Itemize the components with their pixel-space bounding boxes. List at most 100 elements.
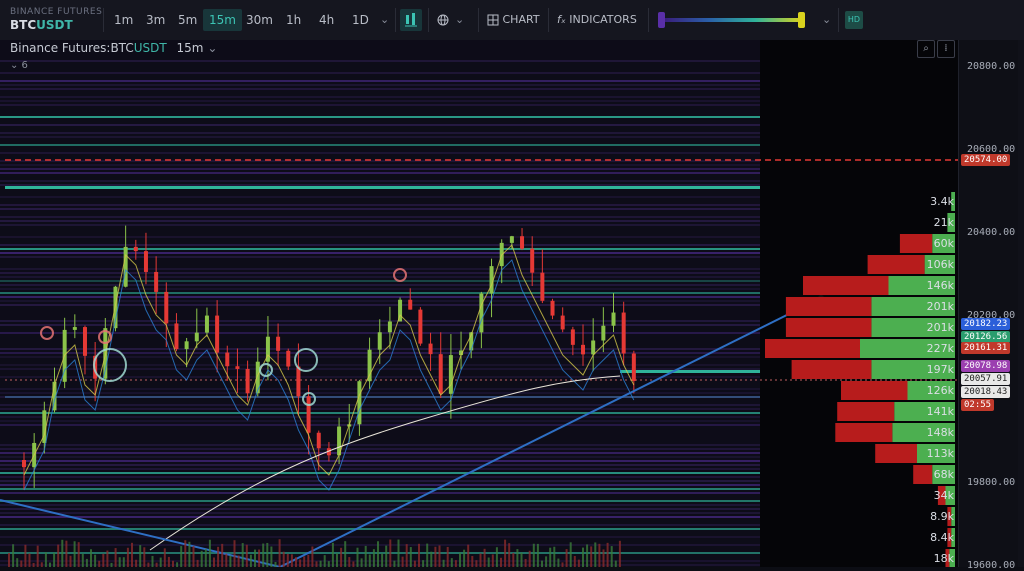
volume-bar — [532, 543, 535, 567]
volume-bar — [172, 560, 174, 567]
heatmap-band — [0, 564, 760, 566]
symbol-name: BTCUSDT — [10, 18, 73, 32]
timeframe-30m[interactable]: 30m — [240, 9, 279, 31]
timeframe-5m[interactable]: 5m — [172, 9, 203, 31]
heatmap-band — [0, 424, 760, 426]
volume-bar — [463, 549, 466, 567]
slider-dropdown-icon[interactable]: ⌄ — [822, 9, 831, 31]
timeframe-1h[interactable]: 1h — [280, 9, 307, 31]
indicator-collapse[interactable]: ⌄ 6 — [10, 60, 28, 71]
settings-icon[interactable]: ⁞ — [937, 40, 955, 58]
price-tick: 19600.00 — [967, 560, 1016, 571]
price-axis[interactable]: 20800.00 20600.00 20400.00 20200.00 1980… — [958, 40, 1024, 571]
timeframe-3m[interactable]: 3m — [140, 9, 171, 31]
orderbook-volume-label: 141k — [926, 405, 954, 418]
volume-bar — [368, 554, 371, 567]
symbol-selector[interactable]: BINANCE FUTURES BTCUSDT — [10, 7, 102, 32]
orderbook-volume-label: 201k — [926, 300, 954, 313]
price-label-alert: 20574.00 — [961, 154, 1011, 166]
heatmap-band — [0, 224, 760, 226]
heatmap-band — [0, 164, 760, 166]
volume-bar — [118, 557, 121, 567]
volume-bar — [508, 543, 511, 567]
timeframe-1m[interactable]: 1m — [108, 9, 139, 31]
interval-dropdown-icon[interactable]: ⌄ — [207, 41, 217, 55]
volume-bar — [356, 547, 359, 567]
chart-button-label: CHART — [502, 13, 540, 26]
slider-min-handle[interactable] — [658, 12, 665, 28]
volume-bar — [53, 552, 56, 567]
heatmap-band — [0, 456, 760, 458]
indicators-button[interactable]: fₓ INDICATORS — [557, 9, 637, 31]
timeframe-4h[interactable]: 4h — [313, 9, 340, 31]
volume-bar — [94, 554, 97, 567]
orderbook-volume-label: 18k — [933, 552, 954, 565]
heatmap-band — [0, 560, 760, 562]
heatmap-band — [0, 124, 760, 126]
orderbook-volume-label: 21k — [933, 216, 954, 229]
volume-bar — [184, 540, 187, 567]
volume-bar — [426, 543, 429, 567]
heatmap-range-slider[interactable] — [662, 18, 802, 22]
scrollbar[interactable] — [1018, 40, 1024, 567]
heatmap-band — [0, 132, 760, 134]
candle — [316, 432, 321, 449]
globe-dropdown-icon[interactable]: ⌄ — [455, 9, 464, 31]
volume-bar — [208, 539, 211, 567]
heatmap-band — [0, 460, 760, 462]
volume-bar — [217, 546, 220, 567]
chart-title[interactable]: Binance Futures:BTCUSDT 15m ⌄ — [10, 41, 217, 55]
candle — [194, 332, 199, 342]
candles-icon[interactable] — [400, 9, 422, 31]
volume-bar — [254, 549, 256, 567]
orderbook-volume-label: 113k — [926, 447, 954, 460]
candle — [591, 340, 596, 355]
candle — [611, 312, 616, 326]
heatmap-band — [0, 136, 760, 138]
candle — [540, 272, 545, 301]
heatmap-band — [0, 524, 760, 526]
chart-plot-area[interactable] — [0, 40, 958, 568]
ask-depth-bar — [785, 318, 872, 337]
volume-bar — [377, 541, 379, 567]
timeframe-15m[interactable]: 15m — [203, 9, 242, 31]
timeframe-1d[interactable]: 1D — [346, 9, 375, 31]
volume-bar — [290, 554, 293, 567]
hd-toggle[interactable]: HD — [845, 11, 863, 29]
volume-bar — [381, 553, 384, 567]
volume-bar — [61, 539, 64, 567]
price-label: 20182.23 — [961, 318, 1011, 330]
volume-bar — [126, 547, 129, 567]
heatmap-band — [0, 500, 760, 502]
volume-bar — [196, 559, 199, 567]
ask-depth-bar — [785, 297, 872, 316]
volume-bar — [401, 556, 404, 567]
volume-bar — [438, 545, 441, 567]
volume-bar — [85, 558, 88, 567]
globe-icon[interactable] — [436, 9, 450, 31]
heatmap-band — [0, 100, 760, 102]
timeframe-dropdown-icon[interactable]: ⌄ — [380, 9, 389, 31]
magnifier-icon[interactable]: ⌕ — [917, 40, 935, 58]
volume-bar — [180, 546, 183, 567]
volume-bar — [282, 551, 285, 567]
chart-button[interactable]: CHART — [487, 9, 540, 31]
slider-max-handle[interactable] — [798, 12, 805, 28]
ask-depth-bar — [875, 444, 917, 463]
candle — [408, 299, 413, 310]
volume-bar — [221, 543, 224, 567]
ask-depth-bar — [841, 381, 908, 400]
ask-depth-bar — [899, 234, 933, 253]
volume-bar — [405, 544, 408, 567]
ask-depth-bar — [803, 276, 889, 295]
volume-bar — [229, 555, 232, 567]
heatmap-band — [0, 256, 760, 258]
volume-bar — [467, 544, 470, 567]
volume-bar — [545, 556, 548, 567]
volume-bar — [233, 540, 236, 567]
volume-bar — [102, 553, 105, 567]
candle — [255, 361, 260, 394]
heatmap-band — [0, 248, 760, 250]
volume-bar — [602, 549, 605, 567]
volume-bar — [270, 546, 273, 567]
